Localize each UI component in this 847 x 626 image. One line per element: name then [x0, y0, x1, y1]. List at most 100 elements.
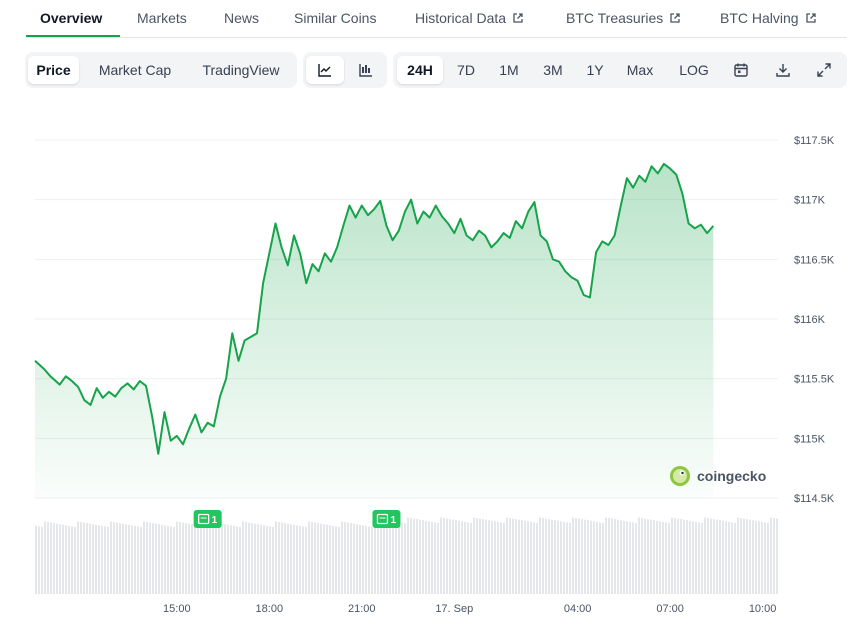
volume-bar — [245, 522, 247, 594]
volume-bar — [299, 525, 301, 594]
volume-bar — [155, 523, 157, 594]
news-badge[interactable]: 1 — [193, 510, 222, 528]
volume-bar — [143, 521, 145, 594]
volume-bar — [119, 523, 121, 594]
volume-bar — [59, 524, 61, 594]
volume-bar — [383, 523, 385, 594]
volume-bar — [188, 523, 190, 594]
volume-bar — [389, 524, 391, 594]
volume-bar — [281, 522, 283, 594]
price-chart[interactable]: $114.5K $115K $115.5K $116K $116.5K $117K $117… — [0, 0, 847, 626]
volume-bar — [221, 523, 223, 594]
volume-bar — [416, 519, 418, 594]
volume-bar — [539, 517, 541, 594]
volume-bar — [551, 519, 553, 594]
volume-bar — [107, 526, 109, 594]
volume-bar — [746, 519, 748, 594]
volume-bar — [266, 525, 268, 594]
x-axis: 15:00 18:00 21:00 17. Sep 04:00 07:00 10:00 — [163, 603, 776, 615]
volume-bar — [488, 520, 490, 594]
y-tick-label: $115K — [794, 433, 826, 445]
volume-bar — [167, 525, 169, 594]
volume-bar — [401, 522, 403, 594]
volume-bar — [647, 519, 649, 594]
volume-bar — [50, 522, 52, 594]
volume-bar — [659, 521, 661, 594]
volume-bar — [56, 523, 58, 594]
volume-bar — [338, 526, 340, 594]
volume-bar — [437, 522, 439, 594]
volume-bar — [620, 520, 622, 594]
volume-bar — [113, 522, 115, 594]
volume-bar — [761, 521, 763, 594]
volume-bar — [668, 522, 670, 594]
volume-bar — [491, 520, 493, 594]
volume-bar — [638, 517, 640, 594]
volume-bar — [236, 526, 238, 594]
x-tick-label: 10:00 — [749, 603, 777, 615]
x-tick-label: 15:00 — [163, 603, 191, 615]
volume-bar — [695, 521, 697, 594]
volume-bar — [722, 520, 724, 594]
volume-bar — [302, 526, 304, 594]
volume-bar — [632, 522, 634, 594]
volume-bar — [434, 522, 436, 594]
volume-bar — [110, 521, 112, 594]
x-tick-label: 18:00 — [256, 603, 284, 615]
volume-bar — [683, 519, 685, 594]
volume-bar — [98, 525, 100, 594]
volume-bar — [440, 517, 442, 594]
volume-bar — [359, 524, 361, 594]
volume-bar — [518, 519, 520, 594]
volume-bar — [473, 517, 475, 594]
volume-bar — [596, 521, 598, 594]
volume-bar — [506, 517, 508, 594]
volume-bar — [590, 520, 592, 594]
volume-bar — [716, 519, 718, 594]
volume-bar — [557, 520, 559, 594]
volume-bar — [287, 523, 289, 594]
volume-bar — [368, 526, 370, 594]
volume-bar — [755, 520, 757, 594]
volume-bar — [38, 526, 40, 594]
volume-bar — [239, 526, 241, 594]
volume-bar — [116, 522, 118, 594]
volume-bar — [341, 521, 343, 594]
volume-bar — [77, 521, 79, 594]
volume-bar — [224, 524, 226, 594]
volume-bar — [479, 518, 481, 594]
volume-bar — [734, 522, 736, 594]
volume-bar — [611, 518, 613, 594]
volume-bar — [377, 522, 379, 594]
volume-bar — [212, 522, 214, 594]
volume-bar — [494, 521, 496, 594]
volume-bar — [743, 518, 745, 594]
volume-bar — [242, 521, 244, 594]
volume-bar — [629, 521, 631, 594]
volume-bar — [125, 524, 127, 594]
volume-bar — [68, 525, 70, 594]
volume-bar — [686, 520, 688, 594]
volume-bar — [80, 522, 82, 594]
volume-bar — [527, 521, 529, 594]
volume-bar — [356, 524, 358, 594]
coingecko-logo-icon — [670, 466, 690, 486]
volume-bar — [413, 518, 415, 594]
volume-bar — [584, 519, 586, 594]
volume-bar — [134, 525, 136, 594]
news-badge[interactable]: 1 — [372, 510, 401, 528]
volume-bar — [272, 526, 274, 594]
volume-bar — [248, 522, 250, 594]
volume-bar — [323, 524, 325, 594]
volume-bar — [215, 522, 217, 594]
x-tick-label: 07:00 — [656, 603, 684, 615]
volume-bar — [131, 525, 133, 594]
volume-bar — [524, 520, 526, 594]
volume-bar — [71, 526, 73, 594]
volume-bar — [35, 525, 37, 594]
news-badge-bg — [372, 510, 401, 528]
y-tick-label: $117K — [794, 195, 826, 207]
volume-bar — [392, 524, 394, 594]
volume-bar — [443, 518, 445, 594]
volume-bar — [140, 526, 142, 594]
